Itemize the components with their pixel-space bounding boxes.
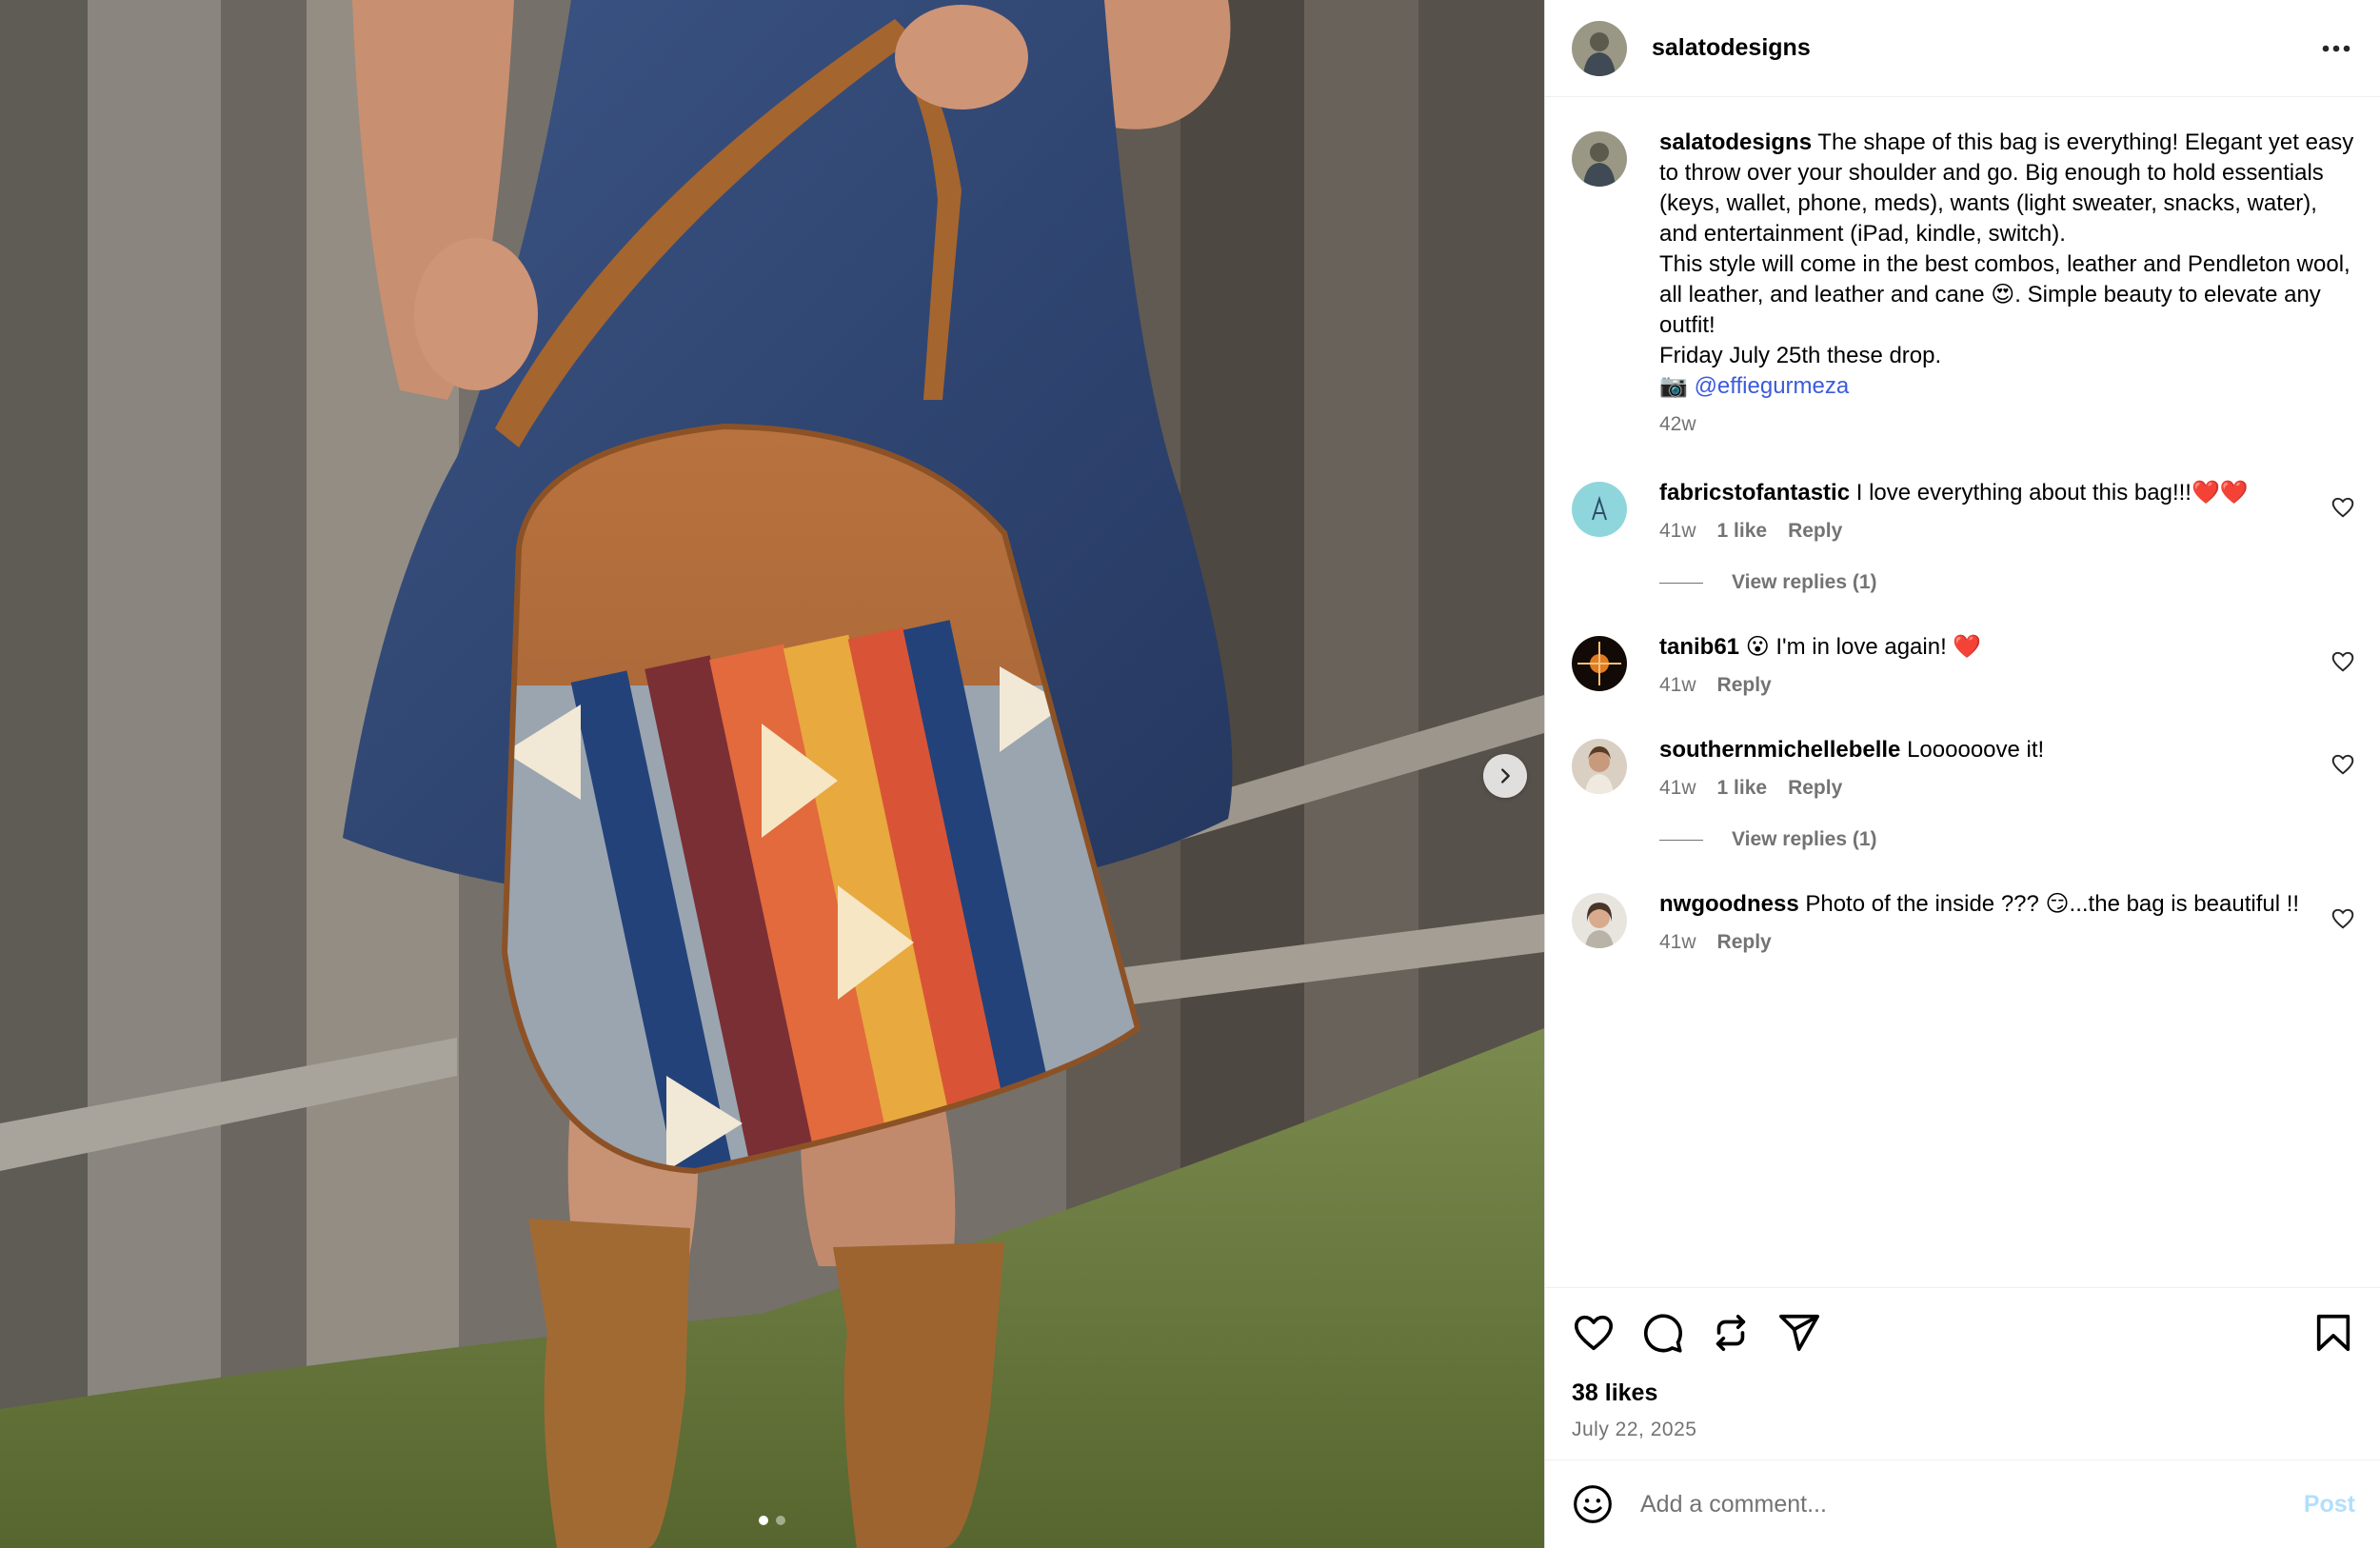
view-replies-label: View replies (1)	[1732, 828, 1877, 850]
like-comment-heart-icon[interactable]	[2330, 649, 2355, 674]
comment-input[interactable]	[1638, 1489, 2304, 1519]
caption-content: The shape of this bag is everything! Ele…	[1659, 129, 2354, 399]
like-comment-heart-icon[interactable]	[2330, 906, 2355, 931]
comment-username[interactable]: southernmichellebelle	[1659, 737, 1900, 763]
avatar-image	[1572, 893, 1627, 948]
carousel-dot-active	[759, 1516, 768, 1525]
avatar-image	[1572, 739, 1627, 794]
comment-text: fabricstofantastic I love everything abo…	[1659, 478, 2308, 508]
post-comment-button[interactable]: Post	[2304, 1491, 2355, 1518]
like-comment-heart-icon[interactable]	[2330, 495, 2355, 520]
comments-list: salatodesigns The shape of this bag is e…	[1545, 97, 2380, 1287]
comment-text: tanib61 😮 I'm in love again! ❤️	[1659, 632, 2308, 663]
comment-meta: 41w Reply	[1659, 674, 2308, 697]
comment-likes-count[interactable]: 1 like	[1717, 520, 1768, 543]
post-header: salatodesigns	[1545, 0, 2380, 97]
comment-content: 😮 I'm in love again! ❤️	[1745, 634, 1982, 660]
like-comment-heart-icon[interactable]	[2330, 752, 2355, 777]
comment-body: tanib61 😮 I'm in love again! ❤️ 41w Repl…	[1659, 632, 2355, 697]
avatar-image	[1572, 131, 1627, 187]
post-media	[0, 0, 1544, 1548]
comment-content: I love everything about this bag!!!❤️❤️	[1855, 480, 2249, 506]
caption-meta: 42w	[1659, 413, 2355, 436]
action-icons	[1572, 1288, 2355, 1378]
view-replies-button[interactable]: View replies (1)	[1659, 828, 2355, 851]
reply-button[interactable]: Reply	[1788, 777, 1842, 800]
view-replies-label: View replies (1)	[1732, 571, 1877, 593]
avatar[interactable]	[1572, 20, 1627, 76]
post-actions: 38 likes July 22, 2025	[1545, 1287, 2380, 1441]
avatar-image	[1572, 482, 1627, 537]
replies-divider	[1659, 582, 1703, 584]
comment-content: Loooooove it!	[1907, 737, 2045, 763]
heart-icon[interactable]	[1572, 1311, 1616, 1355]
comment-text: southernmichellebelle Loooooove it!	[1659, 735, 2308, 765]
comment-item: tanib61 😮 I'm in love again! ❤️ 41w Repl…	[1572, 632, 2355, 697]
comment-timestamp: 41w	[1659, 777, 1696, 799]
avatar[interactable]	[1572, 893, 1627, 948]
comment-timestamp: 41w	[1659, 931, 1696, 953]
comment-body: nwgoodness Photo of the inside ??? 😏...t…	[1659, 889, 2355, 954]
post-caption: salatodesigns The shape of this bag is e…	[1572, 128, 2355, 436]
comment-content: Photo of the inside ??? 😏...the bag is b…	[1805, 891, 2300, 917]
more-options-button[interactable]	[2317, 30, 2355, 68]
caption-body: salatodesigns The shape of this bag is e…	[1659, 128, 2355, 436]
comment-username[interactable]: nwgoodness	[1659, 891, 1799, 917]
comment-item: nwgoodness Photo of the inside ??? 😏...t…	[1572, 889, 2355, 954]
comment-meta: 41w 1 like Reply	[1659, 520, 2308, 543]
carousel-indicator	[0, 1516, 1544, 1525]
replies-divider	[1659, 839, 1703, 841]
view-replies-button[interactable]: View replies (1)	[1659, 571, 2355, 594]
comment-meta: 41w Reply	[1659, 931, 2308, 954]
caption-timestamp: 42w	[1659, 413, 1696, 435]
avatar-image	[1572, 636, 1627, 691]
mention-link[interactable]: @effiegurmeza	[1695, 373, 1850, 399]
instagram-post-view: salatodesigns salatodesigns The shape of…	[0, 0, 2380, 1548]
comment-timestamp: 41w	[1659, 674, 1696, 696]
post-side-panel: salatodesigns salatodesigns The shape of…	[1544, 0, 2380, 1548]
carousel-next-button[interactable]	[1483, 754, 1527, 798]
more-horizontal-icon	[2322, 45, 2350, 51]
comment-timestamp: 41w	[1659, 520, 1696, 542]
repost-icon[interactable]	[1709, 1311, 1753, 1355]
comment-body: southernmichellebelle Loooooove it! 41w …	[1659, 735, 2355, 800]
avatar[interactable]	[1572, 636, 1627, 691]
emoji-icon[interactable]	[1572, 1483, 1614, 1525]
comment-item: fabricstofantastic I love everything abo…	[1572, 478, 2355, 543]
comment-username[interactable]: fabricstofantastic	[1659, 480, 1850, 506]
comment-text: nwgoodness Photo of the inside ??? 😏...t…	[1659, 889, 2308, 920]
carousel-dot	[776, 1516, 785, 1525]
bookmark-icon[interactable]	[2311, 1311, 2355, 1355]
comment-username[interactable]: tanib61	[1659, 634, 1739, 660]
avatar[interactable]	[1572, 739, 1627, 794]
reply-button[interactable]: Reply	[1717, 931, 1772, 954]
post-date: July 22, 2025	[1572, 1419, 1697, 1440]
avatar[interactable]	[1572, 131, 1627, 187]
comment-icon[interactable]	[1640, 1311, 1684, 1355]
post-photo	[0, 0, 1544, 1548]
avatar-image	[1572, 20, 1627, 76]
comment-body: fabricstofantastic I love everything abo…	[1659, 478, 2355, 543]
post-author-username[interactable]: salatodesigns	[1652, 34, 2317, 62]
add-comment-bar: Post	[1545, 1459, 2380, 1548]
reply-button[interactable]: Reply	[1788, 520, 1842, 543]
avatar[interactable]	[1572, 482, 1627, 537]
chevron-right-icon	[1501, 768, 1510, 784]
share-icon[interactable]	[1777, 1311, 1821, 1355]
likes-count[interactable]: 38 likes	[1572, 1379, 2355, 1407]
comment-item: southernmichellebelle Loooooove it! 41w …	[1572, 735, 2355, 800]
comment-meta: 41w 1 like Reply	[1659, 777, 2308, 800]
caption-text: salatodesigns The shape of this bag is e…	[1659, 128, 2355, 402]
comment-likes-count[interactable]: 1 like	[1717, 777, 1768, 800]
caption-username[interactable]: salatodesigns	[1659, 129, 1812, 155]
reply-button[interactable]: Reply	[1717, 674, 1772, 697]
